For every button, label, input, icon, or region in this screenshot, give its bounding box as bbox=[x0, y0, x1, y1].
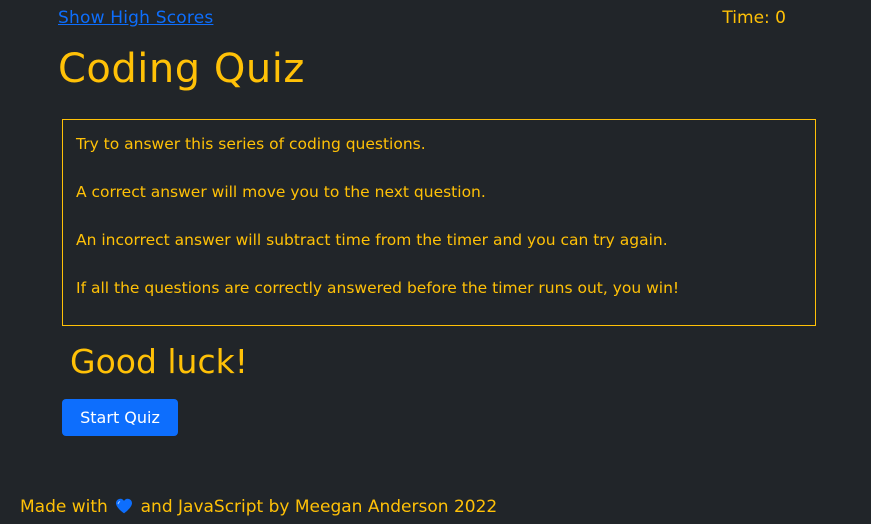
timer-value: 0 bbox=[775, 8, 786, 28]
rule-line: A correct answer will move you to the ne… bbox=[76, 183, 486, 201]
timer: Time: 0 bbox=[722, 8, 786, 28]
start-quiz-button[interactable]: Start Quiz bbox=[62, 399, 178, 436]
show-high-scores-link[interactable]: Show High Scores bbox=[58, 8, 213, 28]
good-luck-heading: Good luck! bbox=[70, 342, 248, 381]
timer-label: Time: bbox=[722, 8, 770, 28]
rules-box: Try to answer this series of coding ques… bbox=[62, 119, 816, 326]
footer: Made with and JavaScript by Meegan Ander… bbox=[20, 497, 497, 519]
rule-line: Try to answer this series of coding ques… bbox=[76, 135, 426, 153]
top-bar: Show High Scores Time: 0 bbox=[58, 8, 788, 30]
footer-prefix: Made with bbox=[20, 497, 108, 517]
heart-icon bbox=[115, 498, 133, 519]
rule-line: If all the questions are correctly answe… bbox=[76, 279, 680, 297]
rule-line: An incorrect answer will subtract time f… bbox=[76, 231, 668, 249]
footer-suffix: and JavaScript by Meegan Anderson 2022 bbox=[140, 497, 498, 517]
page-title: Coding Quiz bbox=[58, 46, 305, 92]
